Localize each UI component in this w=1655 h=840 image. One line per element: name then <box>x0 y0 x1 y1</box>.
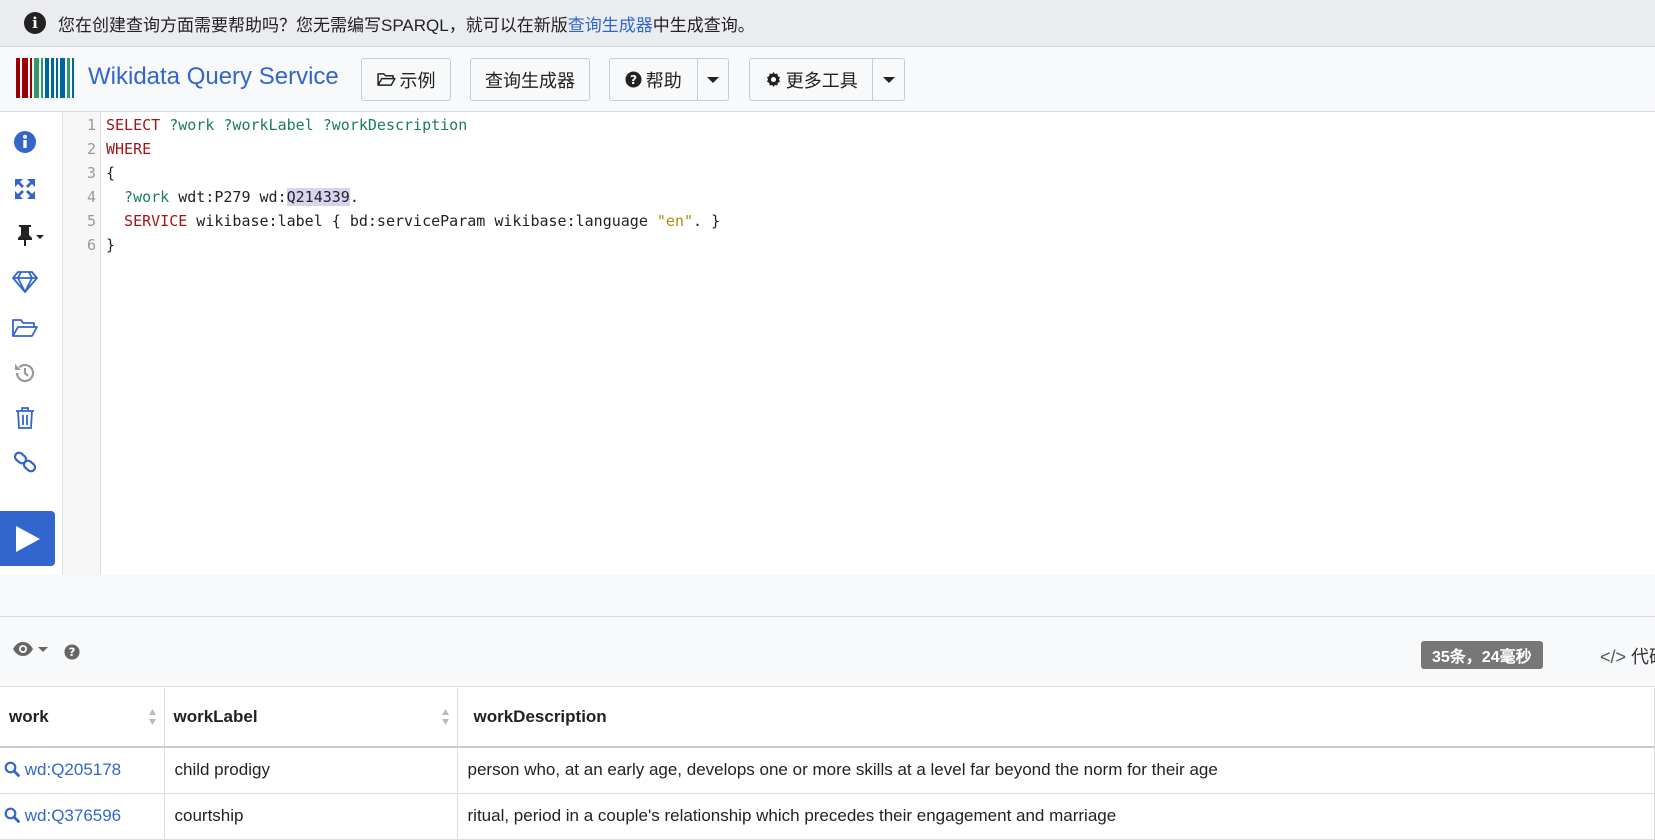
svg-text:?: ? <box>630 73 637 87</box>
column-header-workdescription[interactable]: workDescription <box>457 688 1655 748</box>
more-tools-label: 更多工具 <box>785 70 858 91</box>
svg-text:?: ? <box>69 645 76 659</box>
line-number: 4 <box>86 188 96 206</box>
play-icon <box>15 525 40 552</box>
help-label: 帮助 <box>645 70 682 91</box>
info-circle-icon <box>14 131 36 153</box>
entity-link[interactable]: wd:Q376596 <box>25 806 121 825</box>
line-number-gutter: 1 2 3 4 5 6 <box>63 112 101 575</box>
run-query-button[interactable] <box>0 511 55 566</box>
help-button-group: ? 帮助 <box>609 58 729 101</box>
filter-pin-button[interactable] <box>9 219 49 251</box>
query-builder-label: 查询生成器 <box>485 70 575 91</box>
query-builder-link[interactable]: 查询生成器 <box>568 11 653 36</box>
share-link-button[interactable] <box>9 446 41 478</box>
editor-resize-area <box>0 575 1655 617</box>
line-number: 5 <box>86 212 96 230</box>
column-header-work[interactable]: work <box>0 688 165 748</box>
info-icon: i <box>24 12 46 34</box>
line-number: 3 <box>86 164 96 182</box>
results-toolbar: ? 35条，24毫秒 </> 代码 <box>0 617 1655 687</box>
search-icon[interactable] <box>4 761 20 778</box>
search-icon[interactable] <box>4 807 20 823</box>
wikidata-logo[interactable] <box>16 58 76 98</box>
help-dropdown-toggle[interactable] <box>698 76 728 83</box>
results-table: work workLabel workDescription wd:Q20517… <box>0 688 1655 840</box>
editor-toolbar <box>0 112 62 575</box>
description-cell: ritual, period in a couple's relationshi… <box>457 793 1655 840</box>
sort-icon <box>441 709 449 725</box>
label-cell: courtship <box>164 793 458 840</box>
history-button[interactable] <box>9 357 41 389</box>
help-notice-bar: i 您在创建查询方面需要帮助吗？您无需编写SPARQL，就可以在新版 查询生成器中… <box>0 0 1655 47</box>
selected-text: Q214339 <box>286 188 350 206</box>
thumbtack-icon <box>18 225 44 246</box>
info-button[interactable] <box>9 126 41 158</box>
caret-down-icon <box>882 76 895 83</box>
history-icon <box>15 363 35 383</box>
question-circle-icon: ? <box>64 644 80 660</box>
code-line: SERVICE wikibase:label { bd:serviceParam… <box>106 212 721 230</box>
code-line: { <box>106 164 116 182</box>
code-label: 代码 <box>1631 647 1655 667</box>
entity-link[interactable]: wd:Q205178 <box>25 760 121 779</box>
code-button[interactable]: </> 代码 <box>1600 643 1655 669</box>
gem-button[interactable] <box>9 266 41 298</box>
caret-down-icon <box>38 646 48 652</box>
work-cell: wd:Q205178 <box>0 747 165 794</box>
line-number: 6 <box>86 236 96 254</box>
line-number: 1 <box>86 116 96 134</box>
table-row: wd:Q376596 courtship ritual, period in a… <box>0 793 1655 840</box>
gear-icon <box>766 71 780 88</box>
code-line: ?work wdt:P279 wd:Q214339. <box>106 188 359 206</box>
expand-arrows-icon <box>15 179 35 199</box>
more-tools-button-group: 更多工具 <box>749 58 905 101</box>
line-number: 2 <box>86 140 96 158</box>
result-count-badge: 35条，24毫秒 <box>1421 641 1543 669</box>
brand-title[interactable]: Wikidata Query Service <box>88 63 339 91</box>
code-line: WHERE <box>106 140 152 158</box>
folder-open-icon <box>376 73 396 86</box>
code-line: } <box>106 236 116 254</box>
code-line: SELECT ?work ?workLabel ?workDescription <box>106 116 468 134</box>
query-builder-button[interactable]: 查询生成器 <box>470 58 590 101</box>
table-row: wd:Q205178 child prodigy person who, at … <box>0 747 1655 794</box>
folder-open-icon <box>12 319 38 337</box>
examples-label: 示例 <box>399 70 436 91</box>
results-help-button[interactable]: ? <box>64 644 80 665</box>
display-mode-dropdown[interactable] <box>12 641 48 657</box>
link-icon <box>13 451 37 473</box>
column-header-worklabel[interactable]: workLabel <box>164 688 458 748</box>
clear-button[interactable] <box>9 402 41 434</box>
code-icon: </> <box>1600 647 1627 667</box>
format-query-button[interactable] <box>9 173 41 205</box>
question-circle-icon: ? <box>625 71 642 88</box>
open-examples-button[interactable] <box>9 312 41 344</box>
examples-button[interactable]: 示例 <box>361 58 451 101</box>
navbar: Wikidata Query Service 示例 查询生成器 ? 帮助 更多工… <box>0 47 1655 112</box>
help-button[interactable]: ? 帮助 <box>610 67 697 93</box>
caret-down-icon <box>706 76 719 83</box>
work-cell: wd:Q376596 <box>0 793 165 840</box>
more-tools-button[interactable]: 更多工具 <box>750 67 872 93</box>
diamond-icon <box>12 271 38 293</box>
description-cell: person who, at an early age, develops on… <box>457 747 1655 794</box>
sparql-editor[interactable]: 1 2 3 4 5 6 SELECT ?work ?workLabel ?wor… <box>62 112 1655 575</box>
notice-text-before: 您在创建查询方面需要帮助吗？您无需编写SPARQL，就可以在新版 <box>58 15 568 35</box>
label-cell: child prodigy <box>164 747 458 794</box>
notice-text-after: 中生成查询。 <box>652 15 755 35</box>
sort-icon <box>148 709 156 725</box>
more-tools-dropdown-toggle[interactable] <box>873 76 904 83</box>
eye-icon <box>13 642 33 656</box>
trash-icon <box>16 407 34 429</box>
